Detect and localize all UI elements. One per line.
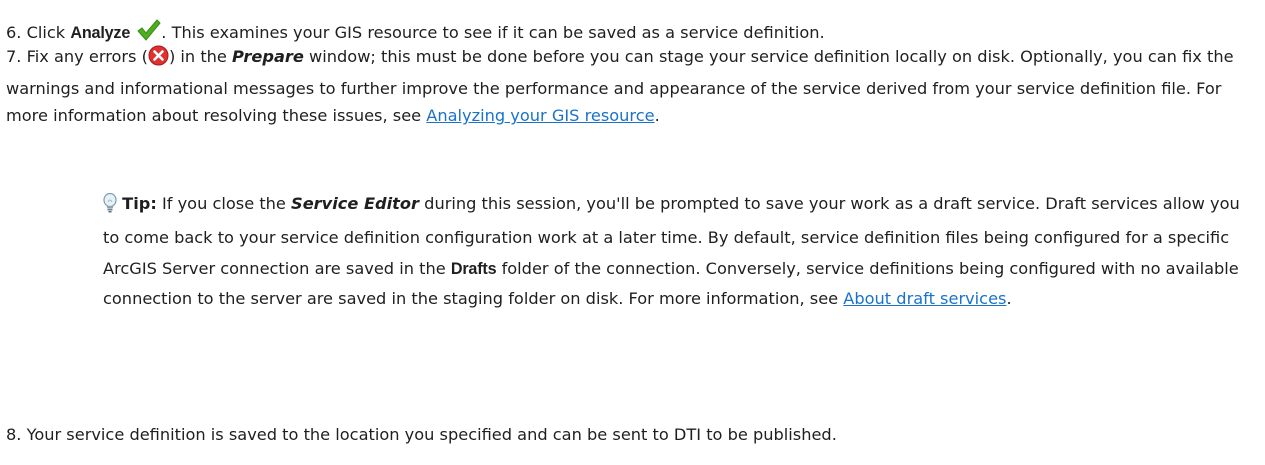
step-6-number: 6. (6, 23, 22, 42)
lightbulb-icon (103, 192, 117, 223)
step-6-click-word: Click (26, 23, 66, 42)
error-x-icon (148, 45, 169, 75)
step-7-fix-text-close: ) in the (168, 47, 227, 66)
step-8-text: Your service definition is saved to the … (26, 425, 837, 444)
prepare-label: Prepare (232, 47, 304, 66)
step-7-fix-text: Fix any errors ( (26, 47, 148, 66)
analyze-label: Analyze (70, 24, 131, 42)
step-8-number: 8. (6, 425, 22, 444)
tip-text-1: If you close the (161, 194, 286, 213)
analyzing-gis-resource-link[interactable]: Analyzing your GIS resource (426, 106, 654, 125)
tip-note: Tip: If you close the Service Editor dur… (103, 189, 1253, 314)
drafts-label: Drafts (450, 259, 497, 278)
step-8: 8. Your service definition is saved to t… (6, 425, 837, 445)
tip-label: Tip: (122, 194, 157, 213)
step-6-text: . This examines your GIS resource to see… (161, 23, 825, 42)
step-7: 7. Fix any errors ( ) in the Prepare win… (6, 43, 1261, 130)
service-editor-label: Service Editor (291, 194, 420, 213)
tip-period: . (1006, 288, 1012, 308)
about-draft-services-link[interactable]: About draft services (843, 289, 1006, 308)
step-7-period: . (654, 106, 660, 126)
step-7-number: 7. (6, 47, 22, 66)
